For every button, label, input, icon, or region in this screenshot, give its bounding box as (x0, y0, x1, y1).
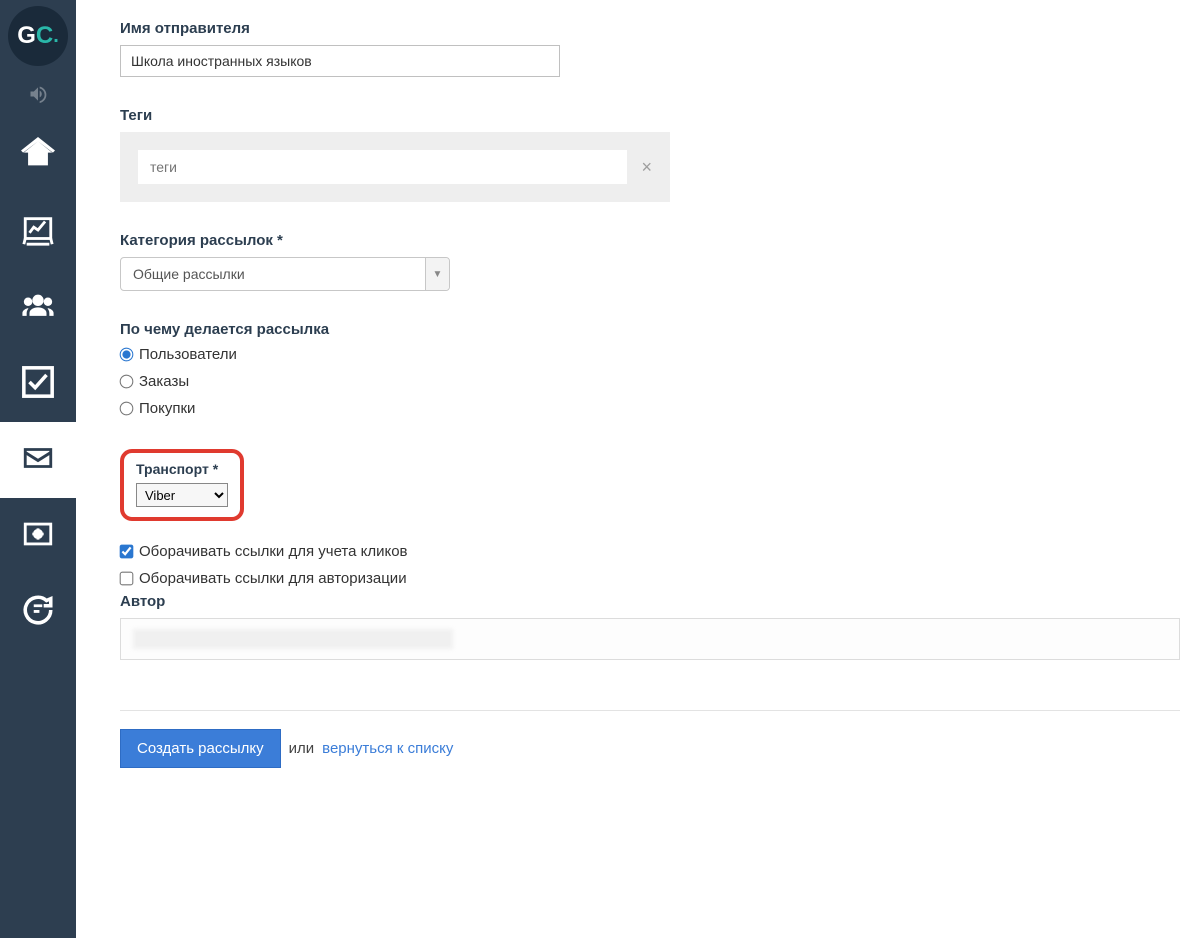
transport-label: Транспорт * (136, 461, 228, 477)
tags-group: Теги × (120, 107, 1197, 202)
category-label: Категория рассылок * (120, 232, 1197, 249)
separator (120, 710, 1180, 711)
app-logo: GC. (8, 6, 68, 66)
sender-name-group: Имя отправителя (120, 20, 1197, 77)
logo-g: G (17, 22, 36, 50)
back-link[interactable]: вернуться к списку (322, 740, 453, 757)
nav-chart[interactable] (0, 194, 76, 270)
tags-label: Теги (120, 107, 1197, 124)
basis-radio-orders-label: Заказы (139, 373, 189, 390)
nav-mail[interactable] (0, 422, 76, 498)
users-icon (21, 289, 55, 328)
logo-c: C (36, 22, 53, 50)
settings-box-icon (21, 517, 55, 556)
basis-radio-orders[interactable] (120, 375, 134, 389)
basis-option-purchases[interactable]: Покупки (120, 400, 1197, 417)
chat-icon (21, 593, 55, 632)
author-label: Автор (120, 593, 1197, 610)
category-select[interactable]: Общие рассылки ▼ (120, 257, 450, 291)
check-icon (21, 365, 55, 404)
basis-option-orders[interactable]: Заказы (120, 373, 1197, 390)
transport-select[interactable]: Viber (136, 483, 228, 507)
nav-check[interactable] (0, 346, 76, 422)
basis-radio-users[interactable] (120, 348, 134, 362)
nav-volume[interactable] (0, 74, 76, 118)
author-input[interactable] (120, 618, 1180, 660)
tags-input[interactable] (138, 150, 627, 184)
basis-radio-purchases[interactable] (120, 402, 134, 416)
category-group: Категория рассылок * Общие рассылки ▼ (120, 232, 1197, 291)
tags-container: × (120, 132, 670, 202)
wrap-auth-label: Оборачивать ссылки для авторизации (139, 570, 407, 587)
volume-icon (28, 84, 48, 109)
home-icon (21, 137, 55, 176)
author-value-redacted (133, 629, 453, 649)
basis-group: По чему делается рассылка Пользователи З… (120, 321, 1197, 417)
logo-dot: . (53, 25, 59, 48)
wrap-clicks-row[interactable]: Оборачивать ссылки для учета кликов (120, 543, 1197, 560)
chart-icon (21, 213, 55, 252)
submit-button[interactable]: Создать рассылку (120, 729, 281, 768)
sidebar: GC. (0, 0, 76, 938)
wrap-auth-row[interactable]: Оборачивать ссылки для авторизации (120, 570, 1197, 587)
nav-home[interactable] (0, 118, 76, 194)
mail-icon (21, 441, 55, 480)
nav-settings-box[interactable] (0, 498, 76, 574)
wrap-auth-checkbox[interactable] (120, 572, 134, 586)
basis-radio-users-label: Пользователи (139, 346, 237, 363)
close-icon[interactable]: × (641, 157, 652, 178)
wrap-clicks-checkbox[interactable] (120, 545, 134, 559)
transport-highlight: Транспорт * Viber (120, 449, 244, 521)
basis-radio-purchases-label: Покупки (139, 400, 195, 417)
chevron-down-icon: ▼ (425, 258, 449, 290)
form-actions: Создать рассылку или вернуться к списку (120, 729, 1197, 768)
main-content: Имя отправителя Теги × Категория рассыло… (76, 0, 1197, 938)
category-selected-value: Общие рассылки (121, 266, 425, 282)
nav-chat[interactable] (0, 574, 76, 650)
or-text: или (289, 740, 315, 757)
sender-name-label: Имя отправителя (120, 20, 1197, 37)
basis-option-users[interactable]: Пользователи (120, 346, 1197, 363)
nav-users[interactable] (0, 270, 76, 346)
wrap-clicks-label: Оборачивать ссылки для учета кликов (139, 543, 408, 560)
basis-label: По чему делается рассылка (120, 321, 1197, 338)
sender-name-input[interactable] (120, 45, 560, 77)
